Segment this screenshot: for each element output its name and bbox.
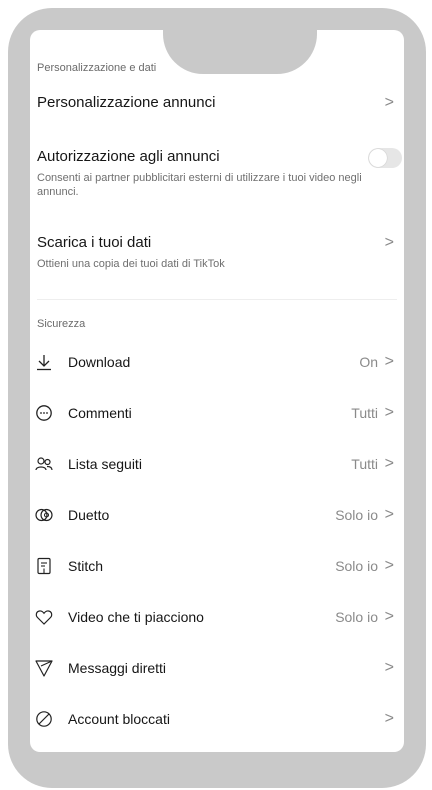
item-value: On: [359, 354, 378, 370]
chevron-right-icon: >: [384, 404, 394, 421]
chevron-right-icon: >: [384, 710, 394, 727]
phone-notch: [163, 30, 317, 74]
chevron-right-icon: >: [384, 557, 394, 574]
row-ads-authorization: Autorizzazione agli annunci Consenti ai …: [30, 140, 404, 216]
section-label-personalization: Personalizzazione e dati: [37, 62, 157, 74]
download-icon: [37, 355, 51, 371]
heart-icon: [35, 610, 53, 625]
item-value: Tutti: [351, 405, 378, 421]
item-label: Lista seguiti: [68, 456, 142, 472]
toggle-knob: [369, 149, 387, 167]
item-label: Messaggi diretti: [68, 660, 167, 676]
security-item-stitch[interactable]: Stitch Solo io >: [30, 548, 404, 584]
phone-frame: Personalizzazione e dati Personalizzazio…: [8, 8, 426, 788]
duet-icon: [35, 508, 53, 522]
chevron-right-icon: >: [384, 94, 394, 111]
item-label: Commenti: [68, 405, 132, 421]
item-label: Stitch: [68, 558, 104, 574]
users-icon: [35, 457, 53, 471]
security-item-following-list[interactable]: Lista seguiti Tutti >: [30, 446, 404, 482]
row-title: Scarica i tuoi dati: [37, 234, 152, 251]
row-subtitle: Ottieni una copia dei tuoi dati di TikTo…: [37, 258, 225, 270]
ads-authorization-toggle[interactable]: [368, 148, 402, 168]
chevron-right-icon: >: [384, 455, 394, 472]
row-title: Autorizzazione agli annunci: [37, 148, 220, 165]
chevron-right-icon: >: [384, 506, 394, 523]
security-item-blocked-accounts[interactable]: Account bloccati >: [30, 701, 404, 737]
row-title: Personalizzazione annunci: [37, 94, 216, 111]
item-value: Solo io: [335, 609, 378, 625]
send-icon: [35, 660, 53, 677]
stitch-icon: [37, 557, 51, 575]
security-item-liked-videos[interactable]: Video che ti piacciono Solo io >: [30, 599, 404, 635]
item-value: Tutti: [351, 456, 378, 472]
chevron-right-icon: >: [384, 659, 394, 676]
row-download-data[interactable]: Scarica i tuoi dati > Ottieni una copia …: [30, 226, 404, 282]
section-divider: [37, 299, 397, 300]
block-icon: [36, 711, 52, 727]
row-ads-personalization[interactable]: Personalizzazione annunci >: [30, 86, 404, 122]
chevron-right-icon: >: [384, 234, 394, 251]
item-value: Solo io: [335, 558, 378, 574]
security-item-download[interactable]: Download On >: [30, 344, 404, 380]
item-label: Account bloccati: [68, 711, 170, 727]
row-subtitle: Consenti ai partner pubblicitari esterni…: [37, 172, 362, 198]
security-item-comments[interactable]: Commenti Tutti >: [30, 395, 404, 431]
section-label-security: Sicurezza: [37, 318, 86, 330]
chevron-right-icon: >: [384, 353, 394, 370]
comment-icon: [36, 405, 52, 421]
chevron-right-icon: >: [384, 608, 394, 625]
item-label: Video che ti piacciono: [68, 609, 204, 625]
security-item-direct-messages[interactable]: Messaggi diretti >: [30, 650, 404, 686]
security-item-duet[interactable]: Duetto Solo io >: [30, 497, 404, 533]
item-value: Solo io: [335, 507, 378, 523]
item-label: Download: [68, 354, 131, 370]
settings-screen: Personalizzazione e dati Personalizzazio…: [30, 30, 404, 752]
item-label: Duetto: [68, 507, 110, 523]
